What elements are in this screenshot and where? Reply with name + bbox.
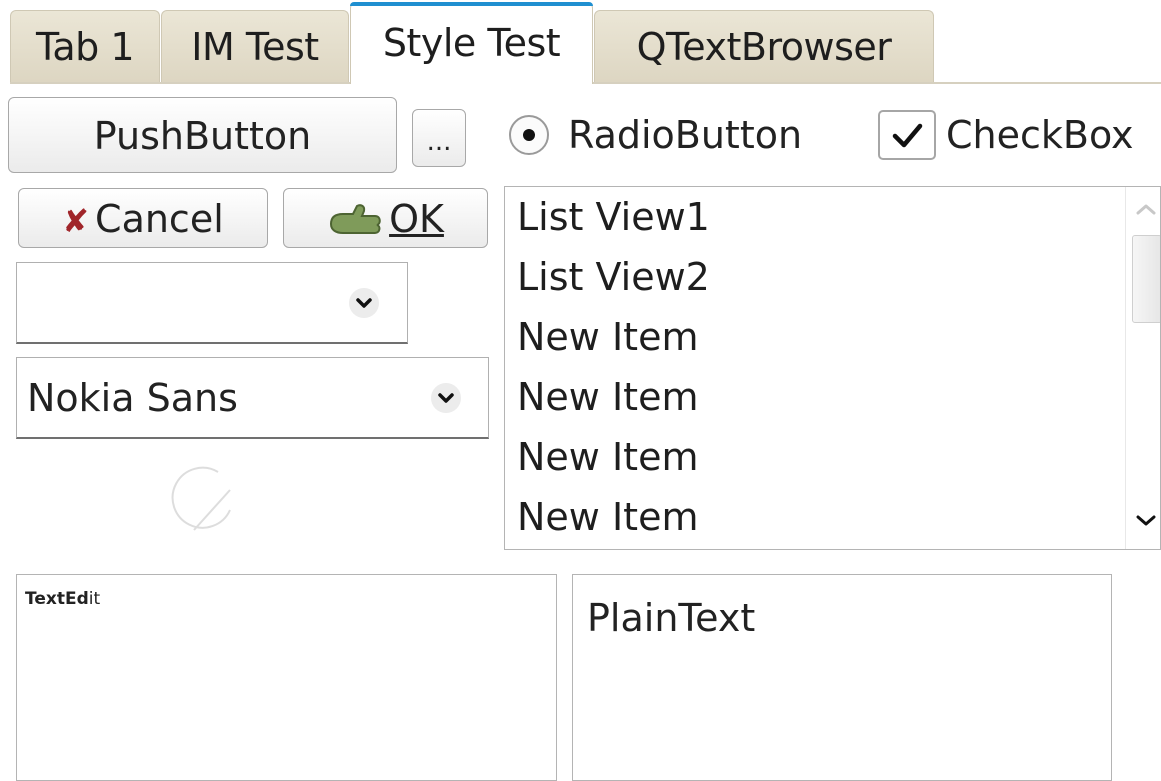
tool-button[interactable]: ...	[412, 109, 466, 167]
checkbox[interactable]	[878, 110, 936, 160]
text-edit-bold-run: TextEd	[25, 589, 89, 609]
thumb-icon	[330, 204, 381, 234]
tab-tab-1[interactable]: Tab 1	[10, 10, 160, 82]
tab-im-test[interactable]: IM Test	[161, 10, 349, 82]
text-edit[interactable]: TextEdit	[16, 574, 557, 781]
checkmark-icon	[892, 123, 923, 148]
tab-bar: Tab 1 IM Test Style Test QTextBrowser	[0, 0, 1161, 84]
list-item[interactable]: New Item	[517, 435, 698, 479]
list-item[interactable]: New Item	[517, 495, 698, 539]
dial-icon[interactable]	[160, 460, 250, 540]
plain-text-edit-content: PlainText	[587, 596, 756, 640]
font-combobox-value: Nokia Sans	[27, 376, 238, 420]
list-item[interactable]: New Item	[517, 375, 698, 419]
checkbox-label[interactable]: CheckBox	[946, 107, 1134, 163]
radio-button-label[interactable]: RadioButton	[568, 107, 802, 163]
cancel-button[interactable]: ✘ Cancel	[18, 188, 268, 248]
list-view[interactable]: List View1 List View2 New Item New Item …	[504, 186, 1161, 550]
tab-style-test[interactable]: Style Test	[350, 2, 593, 84]
scroll-thumb[interactable]	[1132, 235, 1160, 323]
plain-text-edit[interactable]: PlainText	[572, 574, 1112, 781]
chevron-down-icon[interactable]	[1134, 513, 1158, 529]
text-edit-plain-run: it	[88, 589, 101, 609]
x-mark-icon: ✘	[62, 202, 90, 240]
ok-button[interactable]: OK	[283, 188, 488, 248]
list-item[interactable]: New Item	[517, 315, 698, 359]
radio-button[interactable]	[509, 115, 549, 155]
ok-label: OK	[389, 197, 444, 241]
push-button[interactable]: PushButton	[8, 97, 397, 173]
tab-qtextbrowser[interactable]: QTextBrowser	[594, 10, 934, 82]
list-item[interactable]: List View1	[517, 195, 710, 239]
chevron-down-icon	[349, 288, 379, 318]
font-combobox[interactable]: Nokia Sans	[16, 357, 489, 439]
radio-indicator	[523, 129, 535, 141]
chevron-down-icon	[431, 383, 461, 413]
cancel-label: Cancel	[95, 197, 224, 241]
chevron-up-icon[interactable]	[1134, 201, 1158, 217]
style-test-window: Tab 1 IM Test Style Test QTextBrowser Pu…	[0, 0, 1161, 781]
list-item[interactable]: List View2	[517, 255, 710, 299]
empty-combobox[interactable]	[16, 262, 408, 344]
list-scrollbar[interactable]	[1125, 187, 1160, 549]
text-edit-content: TextEdit	[25, 589, 100, 609]
